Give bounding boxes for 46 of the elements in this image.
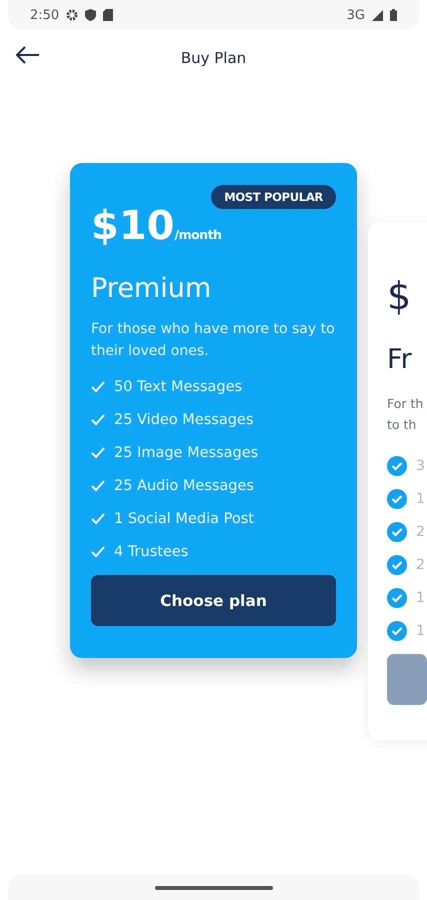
feature-text: 2 <box>416 524 425 540</box>
plan-name: Premium <box>91 273 212 304</box>
plan-description: For th <box>387 395 424 413</box>
check-icon <box>91 546 105 558</box>
choose-plan-button[interactable]: Choose plan <box>91 575 336 626</box>
check-circle-icon <box>387 555 407 575</box>
back-arrow-icon <box>16 46 40 64</box>
plan-description: to th <box>387 416 418 434</box>
plan-badge: MOST POPULAR <box>211 185 336 209</box>
check-icon <box>91 414 105 426</box>
feature-text: 1 <box>416 491 425 507</box>
check-icon <box>91 381 105 393</box>
feature-text: 1 Social Media Post <box>114 511 254 527</box>
status-time: 2:50 <box>30 8 60 22</box>
gear-icon <box>66 9 78 21</box>
sim-card-icon <box>103 9 114 21</box>
signal-icon <box>372 10 383 20</box>
check-icon <box>91 513 105 525</box>
check-circle-icon <box>387 621 407 641</box>
feature-text: 25 Audio Messages <box>114 478 254 494</box>
battery-icon <box>390 9 397 21</box>
check-circle-icon <box>387 489 407 509</box>
back-button[interactable] <box>14 44 42 66</box>
shield-icon <box>85 9 96 21</box>
feature-text: 4 Trustees <box>114 544 188 560</box>
plan-price: $10 <box>91 203 174 249</box>
feature-text: 1 <box>416 623 425 639</box>
feature-text: 3 <box>416 458 425 474</box>
price-period: /month <box>174 227 222 242</box>
check-icon <box>91 447 105 459</box>
feature-text: 50 Text Messages <box>114 379 242 395</box>
check-icon <box>91 480 105 492</box>
home-indicator[interactable] <box>155 886 273 890</box>
plan-description: For those who have more to say to their loved ones. <box>91 320 336 361</box>
feature-text: 1 <box>416 590 425 606</box>
choose-plan-button[interactable] <box>387 654 427 705</box>
feature-text: 2 <box>416 557 425 573</box>
check-circle-icon <box>387 522 407 542</box>
check-circle-icon <box>387 588 407 608</box>
page-title: Buy Plan <box>180 49 246 67</box>
plan-name: Fr <box>387 344 413 375</box>
network-type: 3G <box>346 8 365 22</box>
check-circle-icon <box>387 456 407 476</box>
feature-text: 25 Video Messages <box>114 412 254 428</box>
feature-text: 25 Image Messages <box>114 445 258 461</box>
plan-price: $ <box>387 274 412 318</box>
